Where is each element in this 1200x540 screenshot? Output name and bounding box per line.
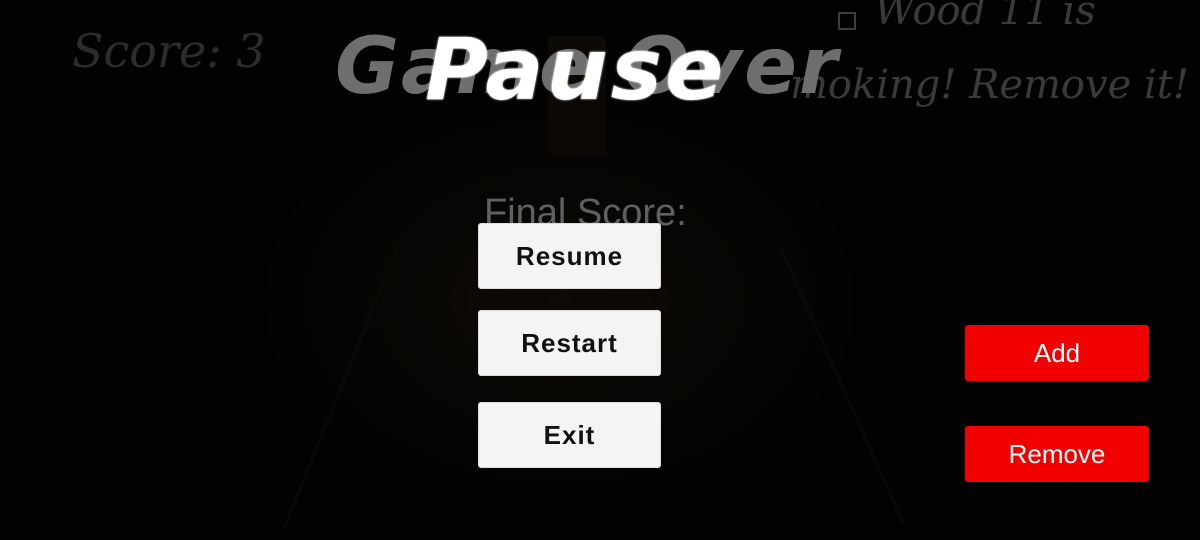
task-text-line-1: Wood 11 is: [874, 0, 1096, 34]
add-button[interactable]: Add: [965, 325, 1149, 381]
task-checkbox: [838, 12, 856, 30]
game-screen: Score: 3 Wood 11 is moking! Remove it! G…: [0, 0, 1200, 540]
pause-title: Pause: [425, 20, 727, 120]
restart-button[interactable]: Restart: [478, 310, 661, 376]
task-text-line-2: moking! Remove it!: [790, 62, 1189, 108]
score-display: Score: 3: [72, 24, 266, 78]
resume-button[interactable]: Resume: [478, 223, 661, 289]
exit-button[interactable]: Exit: [478, 402, 661, 468]
remove-button[interactable]: Remove: [965, 426, 1149, 482]
